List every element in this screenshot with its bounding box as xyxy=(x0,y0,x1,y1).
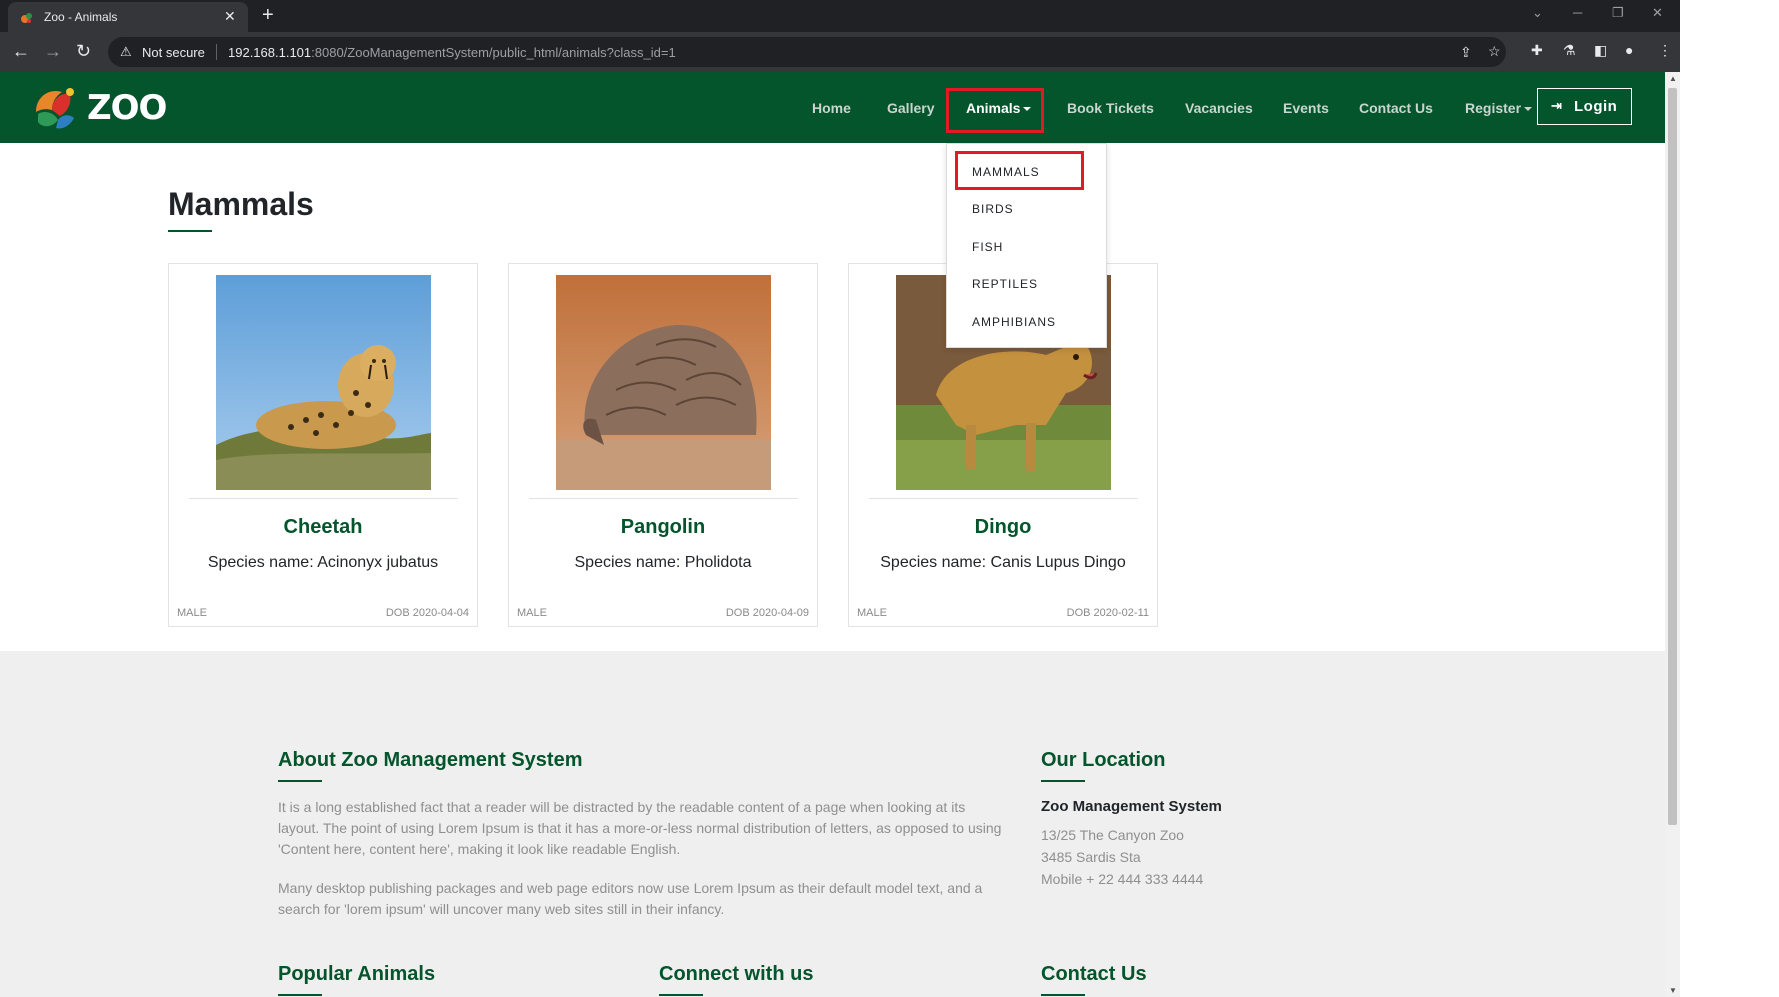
forward-arrow-icon[interactable]: → xyxy=(44,41,62,61)
caret-down-icon xyxy=(1524,107,1533,112)
browser-tabstrip: Zoo - Animals ✕ + ⌄ ─ ❐ ✕ xyxy=(0,0,1680,32)
species-name: Species name: Canis Lupus Dingo xyxy=(880,554,1126,571)
pangolin-image xyxy=(556,275,771,490)
connect-heading: Connect with us xyxy=(659,963,814,985)
dropdown-item-amphibians[interactable]: AMPHIBIANS xyxy=(972,315,1056,329)
side-panel-icon[interactable]: ◧ xyxy=(1594,42,1607,59)
address-line-2: 3485 Sardis Sta xyxy=(1041,849,1141,865)
logo-text: ZOO xyxy=(87,88,167,128)
dropdown-item-birds[interactable]: BIRDS xyxy=(972,202,1014,216)
animal-card[interactable]: Pangolin Species name: Pholidota MALE DO… xyxy=(508,263,818,627)
animal-name[interactable]: Pangolin xyxy=(509,516,817,539)
url-path: :8080/ZooManagementSystem/public_html/an… xyxy=(311,45,676,60)
mobile-number: Mobile + 22 444 333 4444 xyxy=(1041,871,1204,887)
contact-heading: Contact Us xyxy=(1041,963,1147,985)
nav-contact-us[interactable]: Contact Us xyxy=(1359,100,1433,116)
animal-sex: MALE xyxy=(177,607,207,619)
bookmark-star-icon[interactable]: ☆ xyxy=(1488,43,1501,60)
nav-events[interactable]: Events xyxy=(1283,100,1329,116)
address-line-1: 13/25 The Canyon Zoo xyxy=(1041,827,1184,843)
browser-tab[interactable]: Zoo - Animals ✕ xyxy=(8,2,248,32)
species-name: Species name: Pholidota xyxy=(574,554,752,571)
animals-highlight-box xyxy=(946,88,1044,133)
location-name: Zoo Management System xyxy=(1041,798,1222,815)
scroll-down-arrow-icon[interactable]: ▼ xyxy=(1669,986,1677,995)
popular-underline xyxy=(278,994,322,996)
scroll-up-arrow-icon[interactable]: ▲ xyxy=(1669,74,1677,83)
about-underline xyxy=(278,780,322,782)
url-text[interactable]: 192.168.1.101:8080/ZooManagementSystem/p… xyxy=(228,45,676,60)
extensions-icon[interactable]: ✚ xyxy=(1531,42,1543,59)
nav-register-label: Register xyxy=(1465,100,1522,116)
dropdown-item-mammals[interactable]: MAMMALS xyxy=(972,165,1040,179)
animal-sex: MALE xyxy=(857,607,887,619)
minimize-icon[interactable]: ─ xyxy=(1573,5,1582,20)
new-tab-button[interactable]: + xyxy=(262,5,274,25)
species-name: Species name: Acinonyx jubatus xyxy=(207,554,439,571)
scrollbar-thumb[interactable] xyxy=(1668,88,1677,825)
kebab-menu-icon[interactable]: ⋮ xyxy=(1658,42,1672,59)
close-tab-icon[interactable]: ✕ xyxy=(224,8,236,25)
url-host: 192.168.1.101 xyxy=(228,45,312,60)
screen: { "browser": { "tab_title": "Zoo - Anima… xyxy=(0,0,1779,997)
page-scrollbar[interactable]: ▲ ▼ xyxy=(1665,72,1680,997)
card-divider xyxy=(529,498,798,499)
reload-icon[interactable]: ↻ xyxy=(76,41,91,61)
title-underline xyxy=(168,230,212,232)
site-footer: About Zoo Management System It is a long… xyxy=(0,651,1665,997)
location-underline xyxy=(1041,780,1085,782)
about-paragraph-2: Many desktop publishing packages and web… xyxy=(278,880,983,917)
zoo-logo[interactable]: ZOO xyxy=(30,82,170,134)
nav-home[interactable]: Home xyxy=(812,100,851,116)
browser-toolbar: ← → ↻ ⚠ Not secure 192.168.1.101:8080/Zo… xyxy=(0,32,1680,72)
login-button[interactable]: ⇥ Login xyxy=(1537,88,1632,125)
dropdown-item-fish[interactable]: FISH xyxy=(972,240,1003,254)
profile-icon[interactable]: ● xyxy=(1625,42,1633,58)
omnibox-separator xyxy=(216,44,217,60)
zoo-logo-icon xyxy=(36,88,74,129)
tab-title: Zoo - Animals xyxy=(44,10,118,24)
animal-sex: MALE xyxy=(517,607,547,619)
pangolin-photo[interactable] xyxy=(556,275,771,490)
animal-dob: DOB 2020-04-04 xyxy=(385,607,469,619)
card-divider xyxy=(189,498,458,499)
animal-name[interactable]: Cheetah xyxy=(169,516,477,539)
page-title: Mammals xyxy=(168,186,314,222)
nav-register[interactable]: Register xyxy=(1465,100,1533,116)
tab-search-icon[interactable]: ⌄ xyxy=(1532,5,1543,21)
popular-animals-heading: Popular Animals xyxy=(278,963,436,985)
nav-vacancies[interactable]: Vacancies xyxy=(1185,100,1253,116)
card-divider xyxy=(869,498,1138,499)
sign-in-icon: ⇥ xyxy=(1551,98,1562,113)
address-bar[interactable]: ⚠ Not secure 192.168.1.101:8080/ZooManag… xyxy=(108,37,1506,67)
desktop-background xyxy=(1680,0,1779,997)
nav-book-tickets[interactable]: Book Tickets xyxy=(1067,100,1154,116)
warning-icon: ⚠ xyxy=(120,44,132,59)
contact-underline xyxy=(1041,994,1085,996)
login-label: Login xyxy=(1574,98,1618,115)
animals-dropdown-menu: MAMMALS BIRDS FISH REPTILES AMPHIBIANS xyxy=(946,143,1107,348)
window-close-icon[interactable]: ✕ xyxy=(1652,5,1663,21)
animal-card[interactable]: Cheetah Species name: Acinonyx jubatus M… xyxy=(168,263,478,627)
connect-underline xyxy=(659,994,703,996)
security-label: Not secure xyxy=(142,45,205,60)
about-paragraph-1: It is a long established fact that a rea… xyxy=(278,799,1002,857)
animal-dob: DOB 2020-04-09 xyxy=(725,607,809,619)
nav-gallery[interactable]: Gallery xyxy=(887,100,934,116)
about-heading: About Zoo Management System xyxy=(278,749,583,771)
back-arrow-icon[interactable]: ← xyxy=(12,41,30,61)
site-header: ZOO Home Gallery Animals Book Tickets Va… xyxy=(0,72,1665,143)
share-icon[interactable]: ⇪ xyxy=(1460,44,1472,61)
zoo-favicon-icon xyxy=(21,13,32,23)
restore-icon[interactable]: ❐ xyxy=(1612,5,1624,21)
cheetah-photo[interactable] xyxy=(216,275,431,490)
location-heading: Our Location xyxy=(1041,749,1166,771)
lab-flask-icon[interactable]: ⚗ xyxy=(1563,42,1576,59)
animal-name[interactable]: Dingo xyxy=(849,516,1157,539)
animal-dob: DOB 2020-02-11 xyxy=(1066,607,1149,619)
cheetah-image xyxy=(216,275,431,490)
dropdown-item-reptiles[interactable]: REPTILES xyxy=(972,277,1038,291)
